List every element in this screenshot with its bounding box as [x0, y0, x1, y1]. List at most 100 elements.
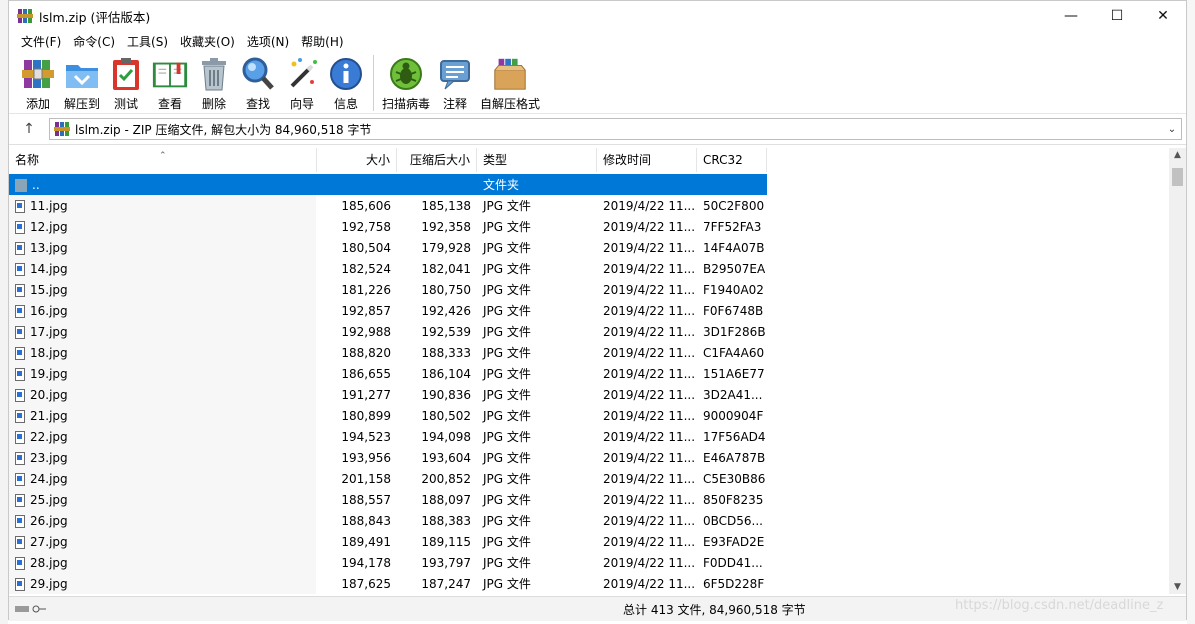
file-size-cell: 180,504 — [317, 241, 397, 255]
table-row[interactable]: 11.jpg 185,606 185,138 JPG 文件 2019/4/22 11..… — [9, 195, 767, 216]
file-type-cell: JPG 文件 — [477, 491, 597, 508]
scroll-thumb[interactable] — [1172, 168, 1183, 186]
vertical-scrollbar[interactable]: ▲ ▼ — [1169, 148, 1186, 594]
file-size-cell: 189,491 — [317, 535, 397, 549]
close-button[interactable]: ✕ — [1140, 1, 1186, 31]
menu-commands[interactable]: 命令(C) — [67, 33, 121, 50]
file-modified-cell-text: 2019/4/22 11... — [603, 450, 696, 465]
menu-options[interactable]: 选项(N) — [241, 33, 295, 50]
jpg-file-icon — [15, 556, 25, 570]
column-header-size[interactable]: 大小 — [317, 148, 397, 172]
up-one-level-button[interactable]: ↑ — [9, 121, 49, 137]
file-crc-cell: E93FAD2E — [697, 535, 767, 549]
menu-help[interactable]: 帮助(H) — [295, 33, 349, 50]
file-crc-cell: C5E30B86 — [697, 472, 767, 486]
file-modified-cell: 2019/4/22 11... — [597, 493, 697, 507]
file-packed-size-cell-text: 192,426 — [421, 303, 471, 318]
file-type-cell: JPG 文件 — [477, 449, 597, 466]
jpg-file-icon — [15, 388, 25, 402]
info-button[interactable]: 信息 — [327, 51, 365, 112]
table-row[interactable]: 18.jpg 188,820 188,333 JPG 文件 2019/4/22 11..… — [9, 342, 767, 363]
file-crc-cell-text: B29507EA — [703, 261, 766, 276]
file-type-cell: JPG 文件 — [477, 344, 597, 361]
file-name-cell: 29.jpg — [9, 577, 317, 591]
table-row[interactable]: 28.jpg 194,178 193,797 JPG 文件 2019/4/22 11..… — [9, 552, 767, 573]
file-name-cell: 19.jpg — [9, 367, 317, 381]
file-crc-cell: C1FA4A60 — [697, 346, 767, 360]
table-row[interactable]: 16.jpg 192,857 192,426 JPG 文件 2019/4/22 11..… — [9, 300, 767, 321]
file-type-cell-text: JPG 文件 — [483, 577, 531, 591]
file-crc-cell: F0DD41... — [697, 556, 767, 570]
file-size-cell: 201,158 — [317, 472, 397, 486]
table-row[interactable]: 25.jpg 188,557 188,097 JPG 文件 2019/4/22 11..… — [9, 489, 767, 510]
file-size-cell: 181,226 — [317, 283, 397, 297]
file-type-cell-text: JPG 文件 — [483, 304, 531, 318]
file-packed-size-cell-text: 179,928 — [421, 240, 471, 255]
maximize-button[interactable]: ☐ — [1094, 1, 1140, 31]
file-name-cell: 13.jpg — [9, 241, 317, 255]
file-crc-cell-text: 50C2F800 — [703, 198, 765, 213]
file-crc-cell: E46A787B — [697, 451, 767, 465]
file-size-cell-text: 191,277 — [341, 387, 391, 402]
table-row[interactable]: 24.jpg 201,158 200,852 JPG 文件 2019/4/22 11..… — [9, 468, 767, 489]
table-row[interactable]: 22.jpg 194,523 194,098 JPG 文件 2019/4/22 11..… — [9, 426, 767, 447]
table-row[interactable]: 17.jpg 192,988 192,539 JPG 文件 2019/4/22 11..… — [9, 321, 767, 342]
scroll-down-arrow-icon[interactable]: ▼ — [1169, 582, 1186, 592]
sfx-button[interactable]: 自解压格式 — [480, 51, 540, 112]
table-row[interactable]: 29.jpg 187,625 187,247 JPG 文件 2019/4/22 11..… — [9, 573, 767, 594]
menu-bar: 文件(F) 命令(C) 工具(S) 收藏夹(O) 选项(N) 帮助(H) — [9, 31, 1186, 51]
file-name-cell: 28.jpg — [9, 556, 317, 570]
file-type-cell: JPG 文件 — [477, 428, 597, 445]
file-modified-cell: 2019/4/22 11... — [597, 472, 697, 486]
extract-to-button[interactable]: 解压到 — [63, 51, 101, 112]
view-button[interactable]: 查看 — [151, 51, 189, 112]
wizard-button[interactable]: 向导 — [283, 51, 321, 112]
table-row[interactable]: 20.jpg 191,277 190,836 JPG 文件 2019/4/22 11..… — [9, 384, 767, 405]
table-row-parent-folder[interactable]: .. 文件夹 — [9, 174, 767, 195]
column-header-crc[interactable]: CRC32 — [697, 148, 767, 172]
folder-up-icon — [15, 178, 27, 192]
file-packed-size-cell-text: 189,115 — [421, 534, 471, 549]
file-modified-cell: 2019/4/22 11... — [597, 325, 697, 339]
delete-button[interactable]: 删除 — [195, 51, 233, 112]
table-row[interactable]: 19.jpg 186,655 186,104 JPG 文件 2019/4/22 11..… — [9, 363, 767, 384]
menu-tools[interactable]: 工具(S) — [121, 33, 174, 50]
find-button[interactable]: 查找 — [239, 51, 277, 112]
winrar-window: lslm.zip (评估版本) — ☐ ✕ 文件(F) 命令(C) 工具(S) … — [8, 0, 1187, 621]
file-name-cell: 12.jpg — [9, 220, 317, 234]
column-header-type[interactable]: 类型 — [477, 148, 597, 172]
file-name-cell: 23.jpg — [9, 451, 317, 465]
scan-virus-label: 扫描病毒 — [382, 97, 431, 111]
file-type-cell-text: JPG 文件 — [483, 367, 531, 381]
drive-icon — [15, 606, 29, 612]
table-row[interactable]: 12.jpg 192,758 192,358 JPG 文件 2019/4/22 11..… — [9, 216, 767, 237]
menu-file[interactable]: 文件(F) — [15, 33, 67, 50]
table-row[interactable]: 15.jpg 181,226 180,750 JPG 文件 2019/4/22 11..… — [9, 279, 767, 300]
column-header-name[interactable]: ⌃ 名称 — [9, 148, 317, 172]
file-type-cell: JPG 文件 — [477, 281, 597, 298]
file-name-cell-text: 29.jpg — [30, 576, 68, 591]
minimize-button[interactable]: — — [1048, 1, 1094, 31]
table-row[interactable]: 23.jpg 193,956 193,604 JPG 文件 2019/4/22 11..… — [9, 447, 767, 468]
path-field[interactable]: lslm.zip - ZIP 压缩文件, 解包大小为 84,960,518 字节… — [49, 118, 1182, 140]
comment-label: 注释 — [443, 97, 468, 111]
chevron-down-icon[interactable]: ⌄ — [1163, 124, 1181, 135]
test-label: 测试 — [113, 97, 138, 111]
table-row[interactable]: 26.jpg 188,843 188,383 JPG 文件 2019/4/22 11..… — [9, 510, 767, 531]
menu-favorites[interactable]: 收藏夹(O) — [174, 33, 241, 50]
jpg-file-icon — [15, 283, 25, 297]
comment-button[interactable]: 注释 — [436, 51, 474, 112]
add-button[interactable]: 添加 — [19, 51, 57, 112]
column-header-modified[interactable]: 修改时间 — [597, 148, 697, 172]
test-button[interactable]: 测试 — [107, 51, 145, 112]
file-modified-cell-text: 2019/4/22 11... — [603, 555, 696, 570]
table-row[interactable]: 27.jpg 189,491 189,115 JPG 文件 2019/4/22 11..… — [9, 531, 767, 552]
table-row[interactable]: 21.jpg 180,899 180,502 JPG 文件 2019/4/22 11..… — [9, 405, 767, 426]
scroll-up-arrow-icon[interactable]: ▲ — [1169, 150, 1186, 160]
scan-virus-button[interactable]: 扫描病毒 — [382, 51, 430, 112]
table-row[interactable]: 14.jpg 182,524 182,041 JPG 文件 2019/4/22 11..… — [9, 258, 767, 279]
table-row[interactable]: 13.jpg 180,504 179,928 JPG 文件 2019/4/22 11..… — [9, 237, 767, 258]
file-type-cell: JPG 文件 — [477, 407, 597, 424]
column-header-packed[interactable]: 压缩后大小 — [397, 148, 477, 172]
file-name-cell: 26.jpg — [9, 514, 317, 528]
